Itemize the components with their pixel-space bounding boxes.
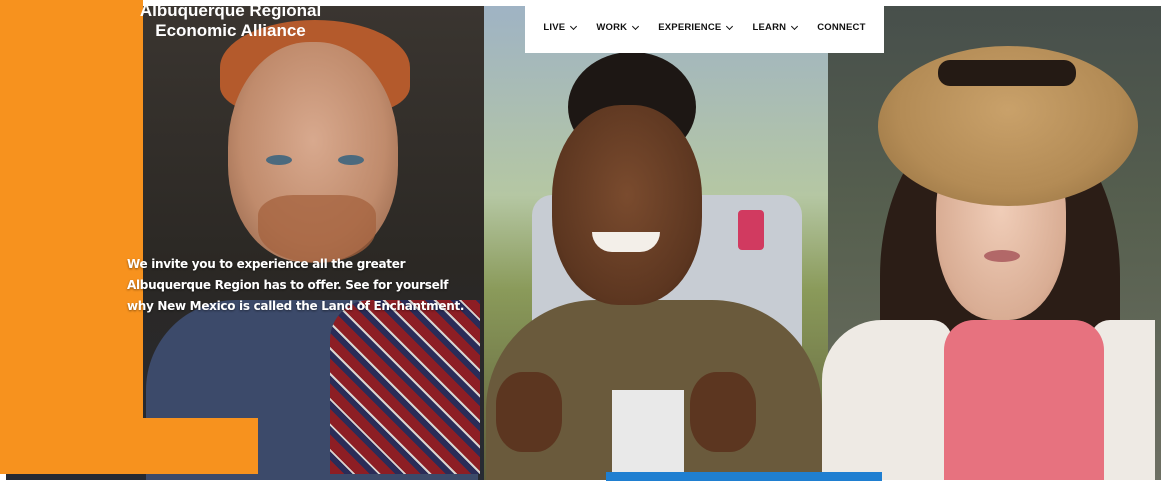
nav-item-learn[interactable]: LEARN bbox=[752, 22, 799, 33]
chevron-down-icon bbox=[726, 22, 734, 30]
hand-shape bbox=[496, 372, 562, 452]
pink-top-shape bbox=[944, 320, 1104, 480]
man-eye-shape bbox=[338, 155, 364, 165]
hat-band-shape bbox=[938, 60, 1076, 86]
site-logo[interactable]: Albuquerque Regional Economic Alliance bbox=[123, 1, 338, 41]
cta-button-partial[interactable] bbox=[606, 472, 882, 481]
nav-label: CONNECT bbox=[817, 22, 866, 33]
man-scarf-shape bbox=[330, 300, 480, 474]
hand-shape bbox=[690, 372, 756, 452]
logo-line-2: Economic Alliance bbox=[155, 21, 306, 40]
coat-shape bbox=[822, 320, 952, 480]
chevron-down-icon bbox=[632, 22, 640, 30]
man-eye-shape bbox=[266, 155, 292, 165]
shirt-shape bbox=[612, 390, 684, 480]
hero-intro-text: We invite you to experience all the grea… bbox=[127, 254, 487, 317]
nav-item-work[interactable]: WORK bbox=[596, 22, 640, 33]
man-beard-shape bbox=[258, 195, 376, 263]
woman-face-shape bbox=[552, 105, 702, 305]
main-nav: LIVE WORK EXPERIENCE LEARN CONNECT bbox=[525, 6, 884, 53]
hero-text-line: We invite you to experience all the grea… bbox=[127, 257, 406, 271]
hero-text-line: why New Mexico is called the Land of Enc… bbox=[127, 299, 465, 313]
nav-label: LIVE bbox=[543, 22, 566, 33]
nav-label: WORK bbox=[596, 22, 628, 33]
hero-text-line: Albuquerque Region has to offer. See for… bbox=[127, 278, 449, 292]
nav-label: EXPERIENCE bbox=[658, 22, 722, 33]
nav-item-live[interactable]: LIVE bbox=[543, 22, 578, 33]
chevron-down-icon bbox=[570, 22, 578, 30]
smile-shape bbox=[592, 232, 660, 252]
nav-label: LEARN bbox=[752, 22, 787, 33]
backpack-strap-shape bbox=[738, 210, 764, 250]
nav-item-connect[interactable]: CONNECT bbox=[817, 22, 865, 33]
brand-orange-foot bbox=[0, 418, 258, 474]
logo-line-1: Albuquerque Regional bbox=[139, 1, 322, 20]
chevron-down-icon bbox=[791, 22, 799, 30]
lips-shape bbox=[984, 250, 1020, 262]
nav-item-experience[interactable]: EXPERIENCE bbox=[658, 22, 734, 33]
brand-orange-bar bbox=[0, 0, 143, 474]
